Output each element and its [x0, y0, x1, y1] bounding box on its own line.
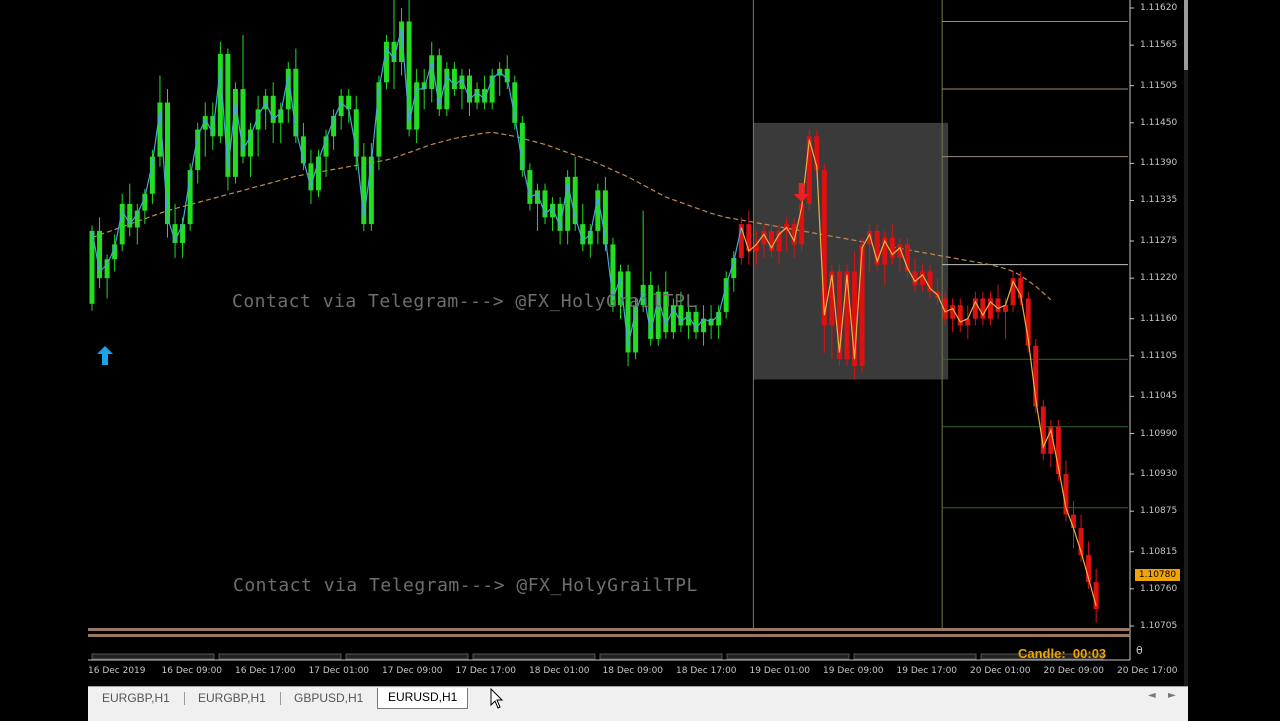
price-tick-label: 1.10705 — [1140, 621, 1178, 631]
time-tick-label: 16 Dec 17:00 — [235, 666, 296, 676]
price-tick-label: 1.11335 — [1140, 195, 1178, 206]
bottom-bar — [88, 628, 1130, 631]
price-tick-label: 1.11565 — [1140, 40, 1178, 51]
candle-body — [248, 129, 254, 157]
candle-body — [859, 244, 865, 366]
tab-gbpusd-h1[interactable]: GBPUSD,H1 — [284, 689, 373, 708]
right-margin — [1188, 0, 1280, 720]
time-tick-label: 17 Dec 17:00 — [455, 666, 517, 676]
time-tick-label: 19 Dec 01:00 — [749, 666, 811, 676]
candle-body — [232, 89, 238, 177]
price-tick-label: 1.11105 — [1140, 350, 1178, 361]
price-tick-label: 1.10815 — [1140, 546, 1178, 557]
session-bar — [345, 653, 469, 660]
price-tick-label: 1.11505 — [1140, 80, 1178, 91]
session-bar — [218, 653, 342, 660]
candle-body — [165, 102, 170, 225]
session-bar — [91, 653, 215, 660]
time-tick-label: 19 Dec 09:00 — [823, 666, 884, 676]
candle-body — [1071, 514, 1076, 529]
price-tick-label: 1.11450 — [1140, 117, 1178, 128]
bottom-bar — [88, 634, 1130, 637]
price-tick-label: 1.11160 — [1140, 313, 1178, 324]
price-tick-label: 1.10760 — [1140, 583, 1178, 594]
arrow-up-icon — [97, 346, 113, 365]
price-tick-label: 1.11390 — [1140, 158, 1178, 169]
price-tick-label: 1.10930 — [1140, 469, 1178, 480]
time-tick-label: 16 Dec 09:00 — [161, 666, 223, 676]
session-bar — [599, 653, 723, 660]
chart-window[interactable]: Contact via Telegram---> @FX_HolyGrailTP… — [88, 0, 1188, 721]
price-tick-label: 1.10875 — [1140, 506, 1178, 517]
price-tick-label: 1.11620 — [1140, 3, 1178, 13]
candle-body — [799, 203, 805, 245]
tab-separator — [280, 692, 281, 705]
candle-body — [474, 89, 480, 103]
tab-scroll-right-button[interactable]: ► — [1168, 690, 1176, 701]
candle-body — [844, 271, 850, 360]
time-tick-label: 18 Dec 09:00 — [602, 666, 664, 676]
session-bar — [853, 653, 977, 660]
price-tick-label: 1.11220 — [1140, 273, 1178, 284]
tab-scroll-left-button[interactable]: ◄ — [1148, 690, 1156, 701]
price-tick-label: 1.11045 — [1140, 391, 1178, 402]
time-tick-label: 17 Dec 09:00 — [382, 666, 443, 676]
time-tick-label: 20 Dec 01:00 — [970, 666, 1031, 676]
tab-eurusd-h1[interactable]: EURUSD,H1 — [377, 688, 469, 709]
signal-zone-rect — [753, 122, 949, 380]
candle-body — [995, 298, 1001, 312]
session-bar — [726, 653, 850, 660]
candle-timer-label: Candle: — [1018, 646, 1066, 661]
chart-tab-strip: EURGBP,H1 EURGBP,H1 GBPUSD,H1 EURUSD,H1 … — [88, 686, 1188, 721]
telegram-watermark: Contact via Telegram---> @FX_HolyGrailTP… — [233, 575, 698, 596]
candle-timer-value: 00:03 — [1072, 646, 1107, 661]
candle-body — [821, 170, 827, 326]
timer-marker: θ — [1136, 644, 1143, 657]
time-tick-label: 17 Dec 01:00 — [308, 666, 370, 676]
price-tick-label: 1.11275 — [1140, 236, 1178, 247]
tab-separator — [184, 692, 185, 705]
mouse-cursor-icon — [490, 687, 504, 715]
time-tick-label: 18 Dec 01:00 — [529, 666, 590, 676]
time-tick-label: 20 Dec 17:00 — [1117, 666, 1178, 676]
vertical-scrollbar-thumb[interactable] — [1184, 0, 1188, 70]
time-tick-label: 16 Dec 2019 — [88, 666, 146, 676]
time-tick-label: 20 Dec 09:00 — [1043, 666, 1105, 676]
time-tick-label: 19 Dec 17:00 — [896, 666, 958, 676]
session-bar — [472, 653, 596, 660]
current-price-label: 1.10780 — [1135, 569, 1180, 581]
tab-eurgbp-h1[interactable]: EURGBP,H1 — [188, 689, 276, 708]
left-margin — [0, 0, 88, 720]
candle-body — [595, 190, 601, 231]
telegram-watermark: Contact via Telegram---> @FX_HolyGrailTP… — [232, 291, 697, 312]
vertical-scrollbar[interactable] — [1184, 0, 1188, 686]
candle-timer: Candle: 00:03 — [1018, 646, 1106, 661]
tab-eurgbp-h1[interactable]: EURGBP,H1 — [92, 689, 180, 708]
time-tick-label: 18 Dec 17:00 — [676, 666, 737, 676]
price-tick-label: 1.10990 — [1140, 428, 1178, 439]
